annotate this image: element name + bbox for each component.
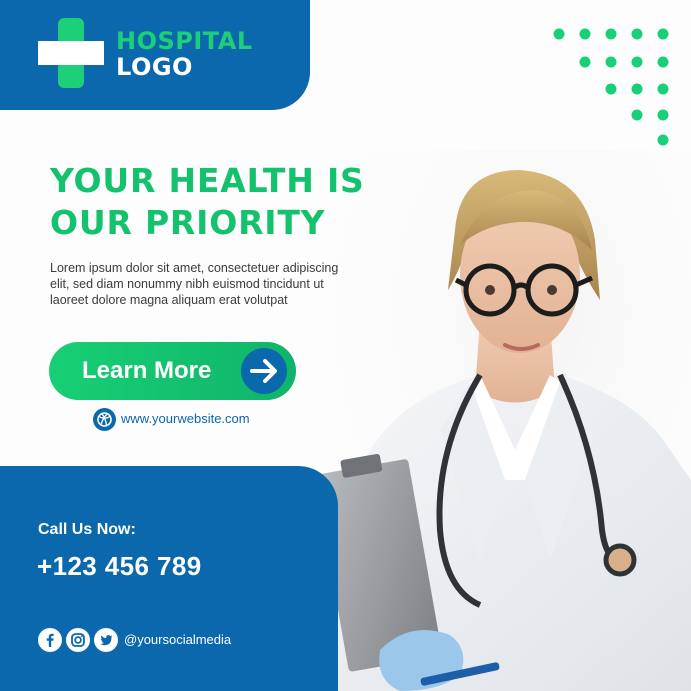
call-us-label: Call Us Now: [38,521,136,538]
dot-grid-decoration [553,28,669,146]
learn-more-button[interactable]: Learn More [49,342,296,400]
body-copy-line-1: Lorem ipsum dolor sit amet, consectetuer… [50,261,339,275]
contact-panel: Call Us Now: +123 456 789 @yoursocialmed… [0,466,338,691]
globe-icon [93,408,116,431]
website-text: www.yourwebsite.com [121,411,250,426]
logo-line-1: HOSPITAL [116,27,253,55]
learn-more-label: Learn More [82,357,212,384]
health-promo-poster: HOSPITAL LOGO YOUR HEALTH IS OUR PRIORIT… [0,0,691,691]
medical-cross-icon [38,18,104,88]
phone-number[interactable]: +123 456 789 [37,551,202,582]
social-handle[interactable]: @yoursocialmedia [124,632,231,647]
twitter-icon[interactable] [94,628,118,652]
arrow-right-icon [241,348,287,394]
logo-line-2: LOGO [116,53,193,81]
facebook-icon[interactable] [38,628,62,652]
logo-panel: HOSPITAL LOGO [0,0,310,110]
body-copy-line-3: laoreet dolore magna aliquam erat volutp… [50,293,288,307]
headline-line-1: YOUR HEALTH IS [50,161,365,200]
body-copy: Lorem ipsum dolor sit amet, consectetuer… [50,260,370,308]
instagram-icon[interactable] [66,628,90,652]
logo-wordmark: HOSPITAL LOGO [116,28,253,80]
headline: YOUR HEALTH IS OUR PRIORITY [50,160,410,244]
body-copy-line-2: elit, sed diam nonummy nibh euismod tinc… [50,277,324,291]
headline-line-2: OUR PRIORITY [50,203,326,242]
